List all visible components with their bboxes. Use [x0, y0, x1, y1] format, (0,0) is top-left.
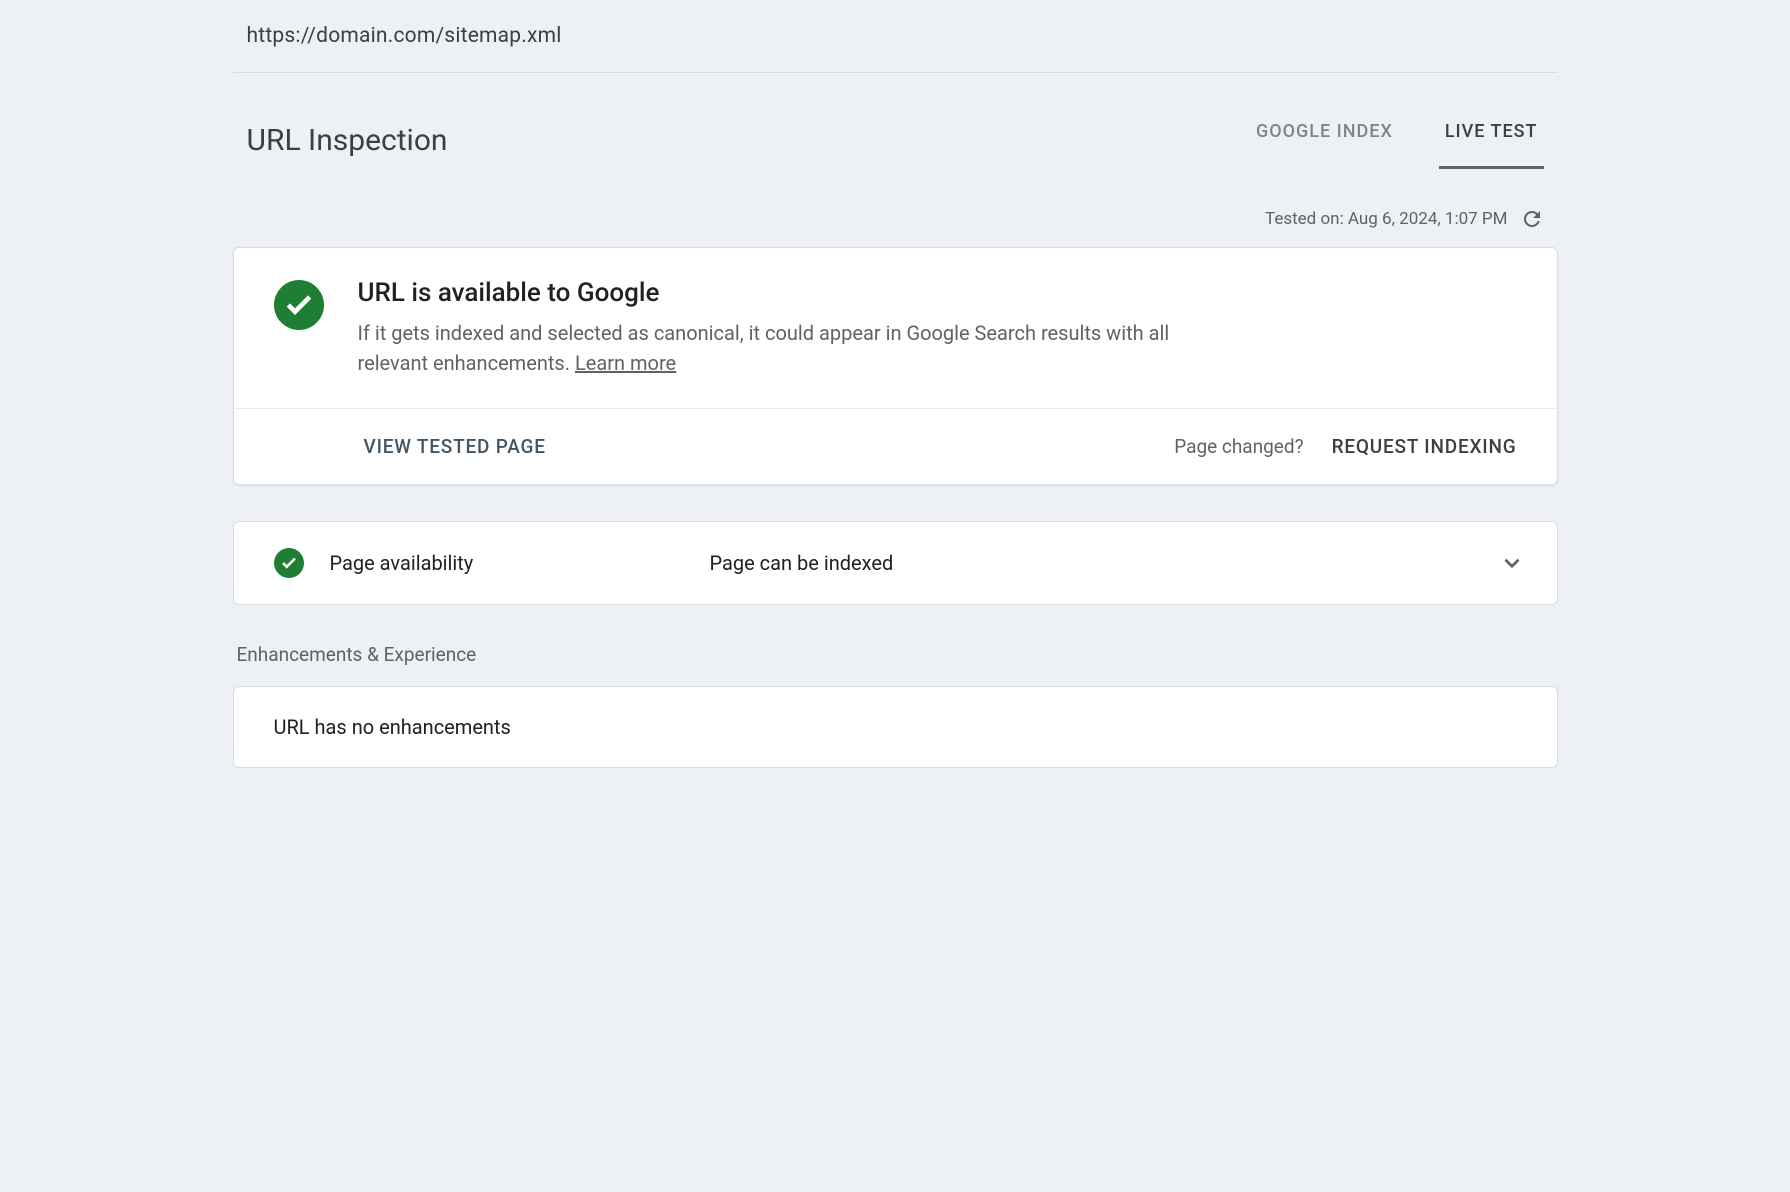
enhancements-heading: Enhancements & Experience [233, 643, 1558, 686]
refresh-icon[interactable] [1520, 207, 1544, 231]
page-changed-label: Page changed? [1174, 435, 1303, 458]
status-card: URL is available to Google If it gets in… [233, 247, 1558, 485]
check-circle-icon [274, 280, 324, 330]
learn-more-link[interactable]: Learn more [575, 351, 676, 375]
availability-value: Page can be indexed [710, 551, 1499, 575]
tabs: GOOGLE INDEX LIVE TEST [1250, 111, 1544, 169]
status-description: If it gets indexed and selected as canon… [358, 318, 1198, 378]
tab-live-test[interactable]: LIVE TEST [1439, 111, 1544, 169]
tested-on-label: Tested on: Aug 6, 2024, 1:07 PM [1265, 209, 1508, 229]
page-availability-row[interactable]: Page availability Page can be indexed [233, 521, 1558, 605]
enhancements-message: URL has no enhancements [274, 715, 511, 739]
check-circle-icon [274, 548, 304, 578]
enhancements-card: URL has no enhancements [233, 686, 1558, 768]
status-title: URL is available to Google [358, 278, 1517, 308]
availability-label: Page availability [330, 551, 710, 575]
page-title: URL Inspection [247, 123, 448, 158]
request-indexing-button[interactable]: REQUEST INDEXING [1332, 435, 1517, 458]
view-tested-page-button[interactable]: VIEW TESTED PAGE [364, 435, 546, 458]
tab-google-index[interactable]: GOOGLE INDEX [1250, 111, 1399, 169]
chevron-down-icon [1499, 550, 1525, 576]
inspected-url: https://domain.com/sitemap.xml [233, 0, 1558, 72]
